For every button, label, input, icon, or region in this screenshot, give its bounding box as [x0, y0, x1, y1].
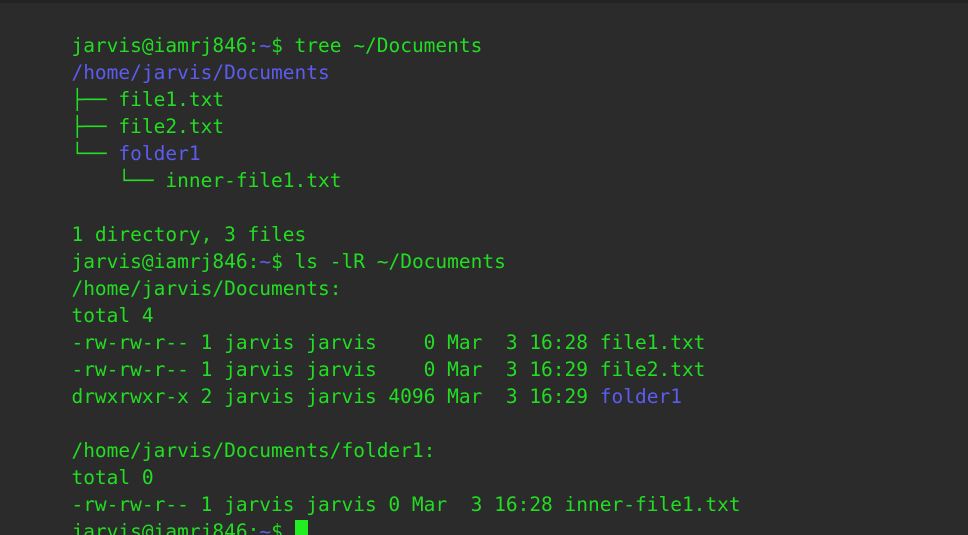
prompt-dollar: $: [271, 520, 295, 535]
terminal-window[interactable]: jarvis@iamrj846:~$ tree ~/Documents /hom…: [0, 0, 968, 535]
tree-root-label: /home/jarvis/Documents: [71, 61, 330, 84]
prompt-dollar: $: [271, 34, 295, 57]
tree-branch-icon: ├──: [71, 115, 119, 138]
prompt-dollar: $: [271, 250, 295, 273]
prompt-user-host: jarvis@iamrj846: [71, 250, 248, 273]
command-ls: ls -lR ~/Documents: [294, 250, 506, 273]
tree-entry-name: folder1: [118, 142, 201, 165]
terminal-screen[interactable]: jarvis@iamrj846:~$ tree ~/Documents /hom…: [0, 3, 968, 535]
tree-branch-icon: ├──: [71, 88, 119, 111]
ls-section-header: /home/jarvis/Documents/folder1:: [0, 410, 968, 462]
ls-section-header-text: /home/jarvis/Documents:: [71, 277, 342, 300]
command-tree: tree ~/Documents: [294, 34, 483, 57]
ls-row-name: folder1: [599, 385, 682, 408]
ls-row-meta: drwxrwxr-x 2 jarvis jarvis 4096 Mar 3 16…: [71, 385, 600, 408]
ls-row-meta: -rw-rw-r-- 1 jarvis jarvis 0 Mar 3 16:28: [71, 331, 600, 354]
tree-entry-name: inner-file1.txt: [165, 169, 342, 192]
ls-row-name: file2.txt: [599, 358, 706, 381]
tree-entry-name: file1.txt: [118, 88, 225, 111]
prompt-colon: :: [247, 250, 260, 273]
prompt-path: ~: [259, 250, 272, 273]
tree-summary-text: 1 directory, 3 files: [71, 223, 307, 246]
tree-branch-icon: └──: [71, 142, 119, 165]
tree-entry-name: file2.txt: [118, 115, 225, 138]
ls-row-meta: -rw-rw-r-- 1 jarvis jarvis 0 Mar 3 16:28: [71, 493, 565, 516]
prompt-colon: :: [247, 34, 260, 57]
ls-section-header-text: /home/jarvis/Documents/folder1:: [71, 439, 436, 462]
ls-total-text: total 0: [71, 466, 154, 489]
ls-row-meta: -rw-rw-r-- 1 jarvis jarvis 0 Mar 3 16:29: [71, 358, 600, 381]
prompt-line-tree: jarvis@iamrj846:~$ tree ~/Documents: [0, 5, 968, 57]
tree-branch-icon: └──: [118, 169, 166, 192]
prompt-colon: :: [247, 520, 260, 535]
ls-total-text: total 4: [71, 304, 154, 327]
prompt-path: ~: [259, 520, 272, 535]
text-cursor[interactable]: [294, 520, 308, 535]
ls-row-name: file1.txt: [599, 331, 706, 354]
tree-summary: 1 directory, 3 files: [0, 194, 968, 246]
prompt-path: ~: [259, 34, 272, 57]
ls-row-name: inner-file1.txt: [564, 493, 741, 516]
prompt-user-host: jarvis@iamrj846: [71, 520, 248, 535]
prompt-user-host: jarvis@iamrj846: [71, 34, 248, 57]
